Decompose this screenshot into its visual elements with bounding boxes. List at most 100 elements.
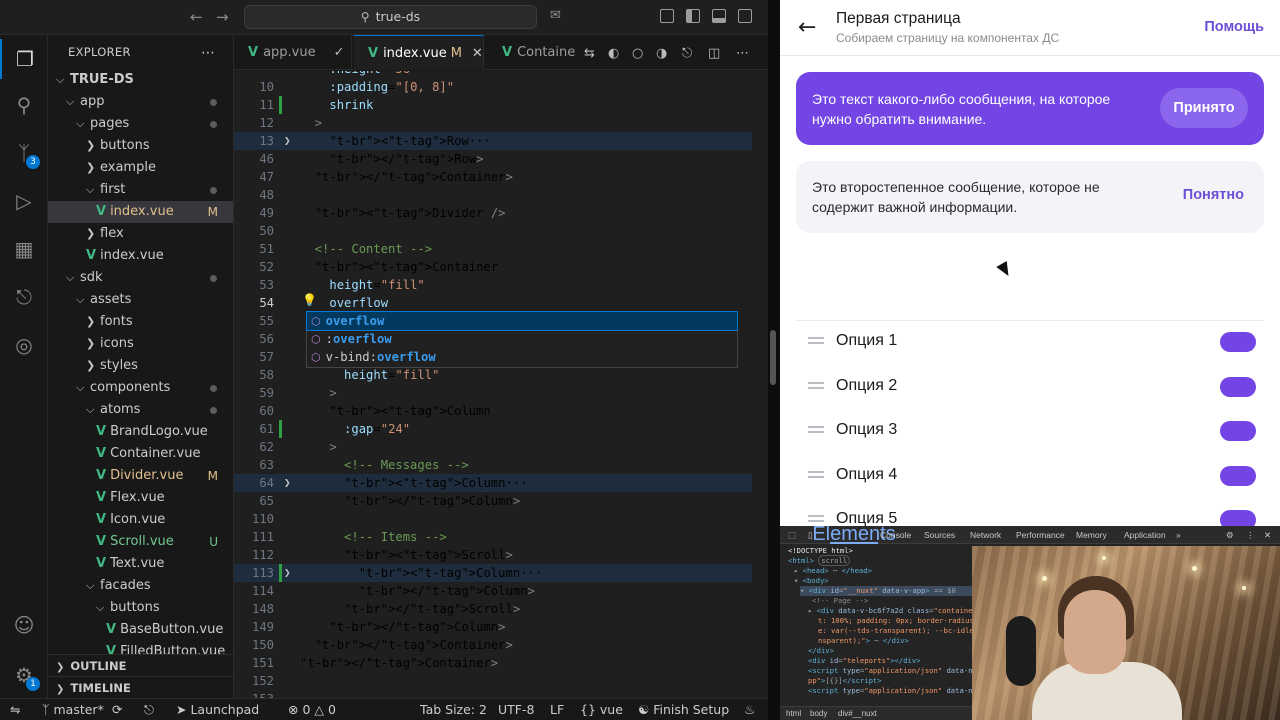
tree-folder[interactable]: ⌵ TRUE-DS xyxy=(48,69,233,91)
fold-chevron-icon[interactable]: ❯ xyxy=(284,132,291,150)
tree-folder[interactable]: ❯ icons xyxy=(48,333,233,355)
accounts-icon[interactable]: ☺ xyxy=(0,605,48,645)
pin-icon[interactable]: ✓ xyxy=(334,45,345,60)
tab-container-vue[interactable]: V Containe xyxy=(488,35,584,70)
tab-memory[interactable]: Memory xyxy=(1076,526,1107,544)
source-control-icon[interactable]: ᛉ 3 xyxy=(0,133,48,173)
code-line[interactable]: 152 xyxy=(234,672,768,690)
back-arrow-icon[interactable]: ← xyxy=(798,15,816,40)
option-toggle[interactable] xyxy=(1220,376,1256,397)
tree-file[interactable]: V Scroll.vue U xyxy=(48,531,233,553)
remote-explorer-icon[interactable]: ◎ xyxy=(0,325,48,365)
tab-app-vue[interactable]: Vapp.vue ✓ xyxy=(234,35,352,70)
timeline-section[interactable]: ❯ TIMELINE xyxy=(48,676,233,698)
editor-more-icon[interactable]: ⋯ xyxy=(736,46,749,61)
more-tabs-icon[interactable]: » xyxy=(1176,526,1181,544)
code-line[interactable]: 150 "t-br"></"t-tag">Container> xyxy=(234,636,768,654)
settings-gear-icon[interactable]: ⚙ xyxy=(1226,526,1234,544)
code-line[interactable]: 153 xyxy=(234,690,768,698)
tree-file[interactable]: V Container.vue xyxy=(48,443,233,465)
code-line[interactable]: 60 "t-br"><"t-tag">Column xyxy=(234,402,768,420)
finish-setup-item[interactable]: ☯ Finish Setup xyxy=(638,699,729,720)
tree-folder[interactable]: ❯ styles xyxy=(48,355,233,377)
code-line[interactable]: 151 "t-br"></"t-tag">Container> xyxy=(234,654,768,672)
code-line[interactable]: 48 xyxy=(234,186,768,204)
drag-handle-icon[interactable] xyxy=(808,515,824,517)
run-debug-icon[interactable]: ▷ xyxy=(0,181,48,221)
tree-file[interactable]: V Text.vue xyxy=(48,553,233,575)
git-graph-icon[interactable]: ⎋ xyxy=(0,277,48,317)
help-link[interactable]: Помощь xyxy=(1204,19,1264,35)
code-line[interactable]: 114 "t-br"></"t-tag">Column> xyxy=(234,582,768,600)
git-lens-icon[interactable]: ⎋ xyxy=(682,46,692,61)
crumb-body[interactable]: body xyxy=(810,707,827,720)
code-line[interactable]: 46 "t-br"></"t-tag">Row> xyxy=(234,150,768,168)
code-line[interactable]: 61 :gap="24" xyxy=(234,420,768,438)
language-mode[interactable]: {} vue xyxy=(580,699,623,720)
autocomplete-item[interactable]: ⬡ v-bind:overflow xyxy=(307,348,737,366)
code-line[interactable]: 112 "t-br"><"t-tag">Scroll> xyxy=(234,546,768,564)
tree-folder[interactable]: ⌵ buttons xyxy=(48,597,233,619)
understood-button[interactable]: Понятно xyxy=(1183,187,1244,203)
tree-file[interactable]: V Flex.vue xyxy=(48,487,233,509)
code-line[interactable]: 52 "t-br"><"t-tag">Container xyxy=(234,258,768,276)
encoding[interactable]: UTF-8 xyxy=(498,699,534,720)
remote-icon[interactable]: ⇋ xyxy=(10,699,20,720)
split-editor-icon[interactable]: ◫ xyxy=(708,46,720,61)
tree-folder[interactable]: ⌵ first xyxy=(48,179,233,201)
problems-item[interactable]: ⊗ 0 △ 0 xyxy=(288,699,336,720)
tree-folder[interactable]: ❯ buttons xyxy=(48,135,233,157)
tab-console[interactable]: Console xyxy=(880,526,911,544)
drag-handle-icon[interactable] xyxy=(808,381,824,384)
accept-button[interactable]: Принято xyxy=(1160,88,1248,128)
tree-file[interactable]: V BrandLogo.vue xyxy=(48,421,233,443)
tree-folder[interactable]: ⌵ app xyxy=(48,91,233,113)
manage-gear-icon[interactable]: ⚙ 1 xyxy=(0,655,48,695)
code-line[interactable]: 148 "t-br"></"t-tag">Scroll> xyxy=(234,600,768,618)
code-line[interactable]: 49 "t-br"><"t-tag">Divider /> xyxy=(234,204,768,222)
code-line[interactable]: :height="56" xyxy=(234,71,768,78)
option-toggle[interactable] xyxy=(1220,332,1256,352)
inspect-icon[interactable]: ⬚ xyxy=(788,526,796,544)
option-toggle[interactable] xyxy=(1220,421,1256,441)
autocomplete-item[interactable]: ⬡:overflow xyxy=(307,330,737,348)
launchpad-item[interactable]: ➤ Launchpad xyxy=(176,699,259,720)
tree-folder[interactable]: ⌵ facades xyxy=(48,575,233,597)
more-actions-icon[interactable]: ⋯ xyxy=(201,45,215,61)
code-line[interactable]: 62 > xyxy=(234,438,768,456)
search-view-icon[interactable]: ⚲ xyxy=(0,85,48,125)
tree-folder[interactable]: ❯ fonts xyxy=(48,311,233,333)
extensions-icon[interactable]: ▦ xyxy=(0,229,48,269)
drag-handle-icon[interactable] xyxy=(808,337,824,339)
code-line[interactable]: 13 ❯ "t-br"><"t-tag">Row··· xyxy=(234,132,768,150)
autocomplete-popup[interactable]: ⬡ overflow ⬡:overflow ⬡ v-bind:overflow xyxy=(306,311,738,368)
explorer-icon[interactable]: ❐ xyxy=(0,39,48,79)
code-line[interactable]: 113 ❯ "t-br"><"t-tag">Column··· xyxy=(234,564,768,582)
tab-network[interactable]: Network xyxy=(970,526,1001,544)
editor-scrollbar[interactable] xyxy=(752,71,768,698)
devtools-menu-icon[interactable]: ⋮ xyxy=(1246,526,1255,544)
tree-file[interactable]: V BaseButton.vue xyxy=(48,619,233,641)
code-line[interactable]: 12 > xyxy=(234,114,768,132)
code-line[interactable]: 58 height="fill" xyxy=(234,366,768,384)
code-line[interactable]: 50 xyxy=(234,222,768,240)
drag-handle-icon[interactable] xyxy=(808,426,824,428)
tree-folder[interactable]: ⌵ atoms xyxy=(48,399,233,421)
tree-folder[interactable]: ❯ example xyxy=(48,157,233,179)
tree-folder[interactable]: ⌵ assets xyxy=(48,289,233,311)
customize-layout-icon[interactable] xyxy=(660,9,674,23)
tree-file[interactable]: V Icon.vue xyxy=(48,509,233,531)
lightbulb-icon[interactable]: 💡 xyxy=(302,293,317,307)
crumb-div-nuxt[interactable]: div#__nuxt xyxy=(838,707,877,720)
autocomplete-item[interactable]: ⬡ overflow xyxy=(306,311,738,331)
code-line[interactable]: 47 "t-br"></"t-tag">Container> xyxy=(234,168,768,186)
tree-folder[interactable]: ⌵ components xyxy=(48,377,233,399)
git-graph-status-icon[interactable]: ⎋ xyxy=(144,699,154,720)
line-ending[interactable]: LF xyxy=(550,699,564,720)
back-arrow-icon[interactable]: ← xyxy=(190,8,203,26)
code-line[interactable]: 65 "t-br"></"t-tag">Column> xyxy=(234,492,768,510)
option-toggle[interactable] xyxy=(1220,510,1256,526)
copilot-icon[interactable]: ✉ xyxy=(550,8,561,23)
branch-item[interactable]: ᛉ master* xyxy=(42,699,104,720)
code-line[interactable]: 111 <!-- Items --> xyxy=(234,528,768,546)
